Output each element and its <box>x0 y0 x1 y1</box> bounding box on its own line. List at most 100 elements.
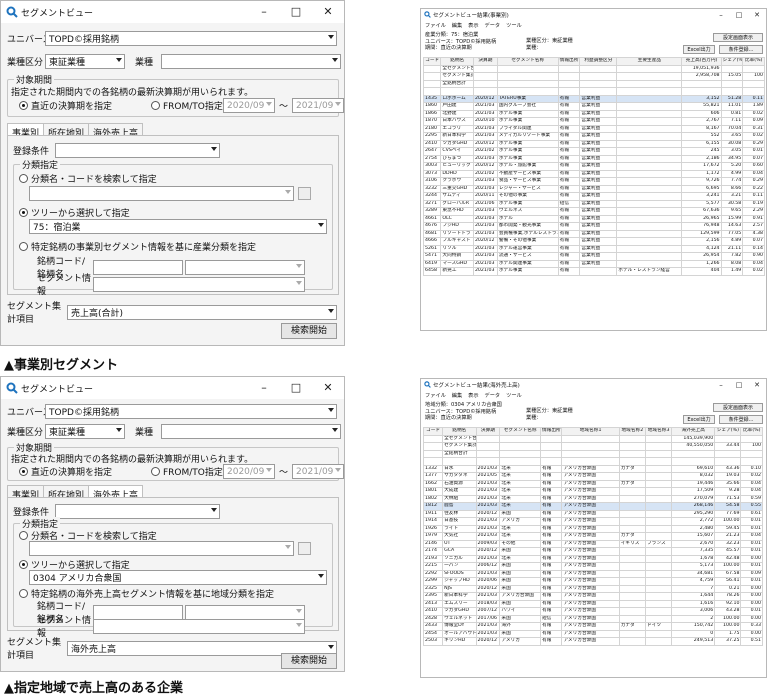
table-row[interactable]: 3271 グローバルR 2021/06 ホテル事業 短信 営業利益 5,577 30.58 0.… <box>422 199 765 208</box>
radio-search-class[interactable] <box>19 174 28 183</box>
table-row[interactable]: 4676 フジHD 2021/03 都市開発・観光事業 有報 営業利益 76,948 14.6… <box>422 222 765 231</box>
table-header-row[interactable]: コード 銘柄名 決算期 セグメント名称 情報出所 地域名称1 地域名称2 地域名称3 海外売上高… <box>422 427 763 436</box>
table-row[interactable]: 6419 マースGHD 2021/03 ホテル関連事業 有報 営業利益 1,266 8.08 0… <box>422 259 765 268</box>
aggregate-select[interactable]: 売上高(合計) <box>67 304 337 320</box>
menu-edit[interactable]: 編集 <box>452 22 462 29</box>
table-row[interactable]: 2413 エムスリー 2018/03 米国 有報 アメリカ合衆国 1,616 92.10 0.0… <box>422 599 763 608</box>
table-row[interactable]: 2754 ひらまつ 2021/03 ホテル事業 有報 営業利益 2,186 34.95 0.07 <box>422 154 765 163</box>
table-row[interactable]: 2292 SFOODS 2021/03 米国 有報 アメリカ合衆国 34,681 67.58 0… <box>422 569 763 578</box>
table-row[interactable]: 2174 GCA 2020/12 米国 有報 アメリカ合衆国 7,335 45.57 0.01 <box>422 547 763 556</box>
maximize-button[interactable]: □ <box>730 9 748 21</box>
table-row[interactable]: 2325 NJS 2020/12 米国 有報 アメリカ合衆国 7 0.21 0.00 <box>422 584 763 593</box>
table-row[interactable]: 2454 オールアバウト 2021/03 米国 有報 アメリカ合衆国 0 1.75 0.00 <box>422 629 763 638</box>
class-search-select[interactable] <box>29 186 294 201</box>
class-search-select[interactable] <box>29 541 294 556</box>
sector-class-select[interactable]: 東証業種 <box>45 54 125 69</box>
table-row[interactable]: 1435 ロボホーム 2020/12 TATERU事業 有報 営業利益 3,152 51.28… <box>422 94 765 103</box>
menu-view[interactable]: 表示 <box>468 392 478 399</box>
close-button[interactable]: ✕ <box>312 1 344 23</box>
condition-register-button[interactable]: 条件登録... <box>719 45 763 54</box>
sector-select[interactable] <box>161 424 341 439</box>
radio-search-class[interactable] <box>19 531 28 540</box>
table-row[interactable]: 1914 日基技 2021/03 アメリカ 有報 アメリカ合衆国 2,772 100.00 0.… <box>422 517 763 526</box>
excel-export-button[interactable]: Excel出力 <box>683 45 715 54</box>
radio-latest[interactable] <box>19 101 28 110</box>
table-row[interactable]: 3073 DDHD 2021/02 不動産サービス事業 有報 営業利益 1,172 4.99 0… <box>422 169 765 178</box>
menu-edit[interactable]: 編集 <box>452 392 462 399</box>
radio-specific[interactable] <box>19 589 28 598</box>
table-row[interactable]: 1332 日水 2021/03 北米 有報 アメリカ合衆国 カナダ 69,610 43.36 0.… <box>422 464 763 473</box>
maximize-button[interactable]: □ <box>730 379 748 391</box>
universe-select[interactable]: TOPD©採用銘柄 <box>45 31 337 46</box>
table-row[interactable]: 3289 東急不HD 2021/03 ウェルネス 有報 営業利益 67,636 9.65 2.2… <box>422 207 765 216</box>
tree-select[interactable]: 0304 アメリカ合衆国 <box>29 570 327 585</box>
menu-tools[interactable]: ツール <box>506 392 522 399</box>
table-row[interactable]: 2295 新日本科学 2021/03 メディカルリゾート事業 有報 営業利益 552 3.65… <box>422 132 765 141</box>
radio-tree[interactable] <box>19 208 28 217</box>
segment-info-select[interactable] <box>93 276 305 292</box>
condition-register-button[interactable]: 条件登録... <box>719 415 763 424</box>
table-row[interactable]: 1801 大成建 2021/03 北米 有報 アメリカ合衆国 17,509 9.28 0.04 <box>422 487 763 496</box>
radio-tree[interactable] <box>19 560 28 569</box>
table-row[interactable]: 1926 ライト 2021/03 北米 有報 アメリカ合衆国 2,480 59.45 0.01 <box>422 524 763 533</box>
table-row[interactable]: 2193 ソニカル 2021/03 北米 有報 アメリカ合衆国 1,678 42.48 0.00 <box>422 554 763 563</box>
radio-latest[interactable] <box>19 467 28 476</box>
table-row[interactable]: 4681 リゾートトラ 2021/03 会員権事業,ホテルレストラン 有報 営業利益 129… <box>422 229 765 238</box>
summary-row[interactable]: 全セグメント合計 19,051,936 <box>422 64 765 73</box>
from-select[interactable]: 2020/09 <box>223 464 275 479</box>
table-row[interactable]: 1662 石油資源 2021/03 北米 有報 アメリカ合衆国 カナダ 19,446 35.66… <box>422 479 763 488</box>
table-row[interactable]: 6458 新晃工 2021/03 ホテル事業 有報 ホテル・レストラン経営 404 1.49 0… <box>422 267 765 276</box>
excel-export-button[interactable]: Excel出力 <box>683 415 715 424</box>
table-row[interactable]: 2215 一パン 2006/12 米国 有報 アメリカ合衆国 5,173 100.00 0.01 <box>422 562 763 571</box>
table-row[interactable]: 2433 博報堂DY 2021/03 海外 有報 アメリカ合衆国 カナダ ドイツ 150,742… <box>422 622 763 631</box>
summary-row[interactable]: 全セグメント合計 145,039,900 <box>422 434 763 443</box>
menu-data[interactable]: データ <box>485 22 501 29</box>
minimize-button[interactable]: – <box>248 377 280 399</box>
table-row[interactable]: 2395 新日本科学 2021/03 アメリカ合衆国 有報 アメリカ合衆国 1,644 78.… <box>422 592 763 601</box>
table-row[interactable]: 1812 鹿島 2021/03 北米 有報 アメリカ合衆国 268,146 54.58 0.55 <box>422 502 763 511</box>
to-select[interactable]: 2021/09 <box>292 464 345 479</box>
close-button[interactable]: ✕ <box>748 379 766 391</box>
from-select[interactable]: 2020/09 <box>223 98 275 113</box>
close-button[interactable]: ✕ <box>312 377 344 399</box>
table-row[interactable]: 1802 大林組 2021/03 北米 有報 アメリカ合衆国 270,079 71.53 0.5… <box>422 494 763 503</box>
table-row[interactable]: 2146 UT 2009/03 その他 有報 アメリカ合衆国 イギリス フランス 2,670 32… <box>422 539 763 548</box>
table-row[interactable]: 5261 リソル 2021/03 ホテル運営事業 有報 営業利益 4,124 21.11 0.1… <box>422 244 765 253</box>
minimize-button[interactable]: – <box>712 379 730 391</box>
radio-fromto[interactable] <box>151 467 160 476</box>
tree-select[interactable]: 75：宿泊業 <box>29 219 327 234</box>
menu-file[interactable]: ファイル <box>425 392 446 399</box>
settings-display-button[interactable]: 設定画面表示 <box>713 403 763 412</box>
table-row[interactable]: 1377 サカタタネ 2021/05 北米 有報 アメリカ合衆国 8,032 19.03 0.0… <box>422 472 763 481</box>
table-row[interactable]: 2299 ジャップHD 2020/06 米国 有報 アメリカ合衆国 4,759 56.41 0.… <box>422 577 763 586</box>
table-row[interactable]: 3232 三重交GHD 2021/03 レジャー・サービス 有報 営業利益 6,695 8.6… <box>422 184 765 193</box>
table-row[interactable]: 3003 ヒューリック 2020/12 ホテル・旅館事業 有報 営業利益 17,672 5.2… <box>422 162 765 171</box>
universe-select[interactable]: TOPD©採用銘柄 <box>45 404 337 419</box>
close-button[interactable]: ✕ <box>748 9 766 21</box>
table-row[interactable]: 2647 CVSベイ 2021/02 ホテル事業 有報 営業利益 245 3.05 0.01 <box>422 147 765 156</box>
search-start-button[interactable]: 検索開始 <box>281 323 337 339</box>
spacer-row[interactable] <box>422 87 765 96</box>
menu-file[interactable]: ファイル <box>425 22 446 29</box>
minimize-button[interactable]: – <box>248 1 280 23</box>
table-row[interactable]: 1860 戸田建 2021/03 国内グループ会社 有報 営業利益 55,821 11.01 1… <box>422 102 765 111</box>
sector-class-select[interactable]: 東証業種 <box>45 424 125 439</box>
table-row[interactable]: 2503 キリンHD 2020/12 アメリカ 有報 アメリカ合衆国 249,513 37.2… <box>422 637 763 646</box>
maximize-button[interactable]: □ <box>280 1 312 23</box>
summary-row[interactable]: 全銘柄合計 <box>422 449 763 458</box>
segment-info-select[interactable] <box>93 618 305 634</box>
sector-select[interactable] <box>161 54 341 69</box>
settings-display-button[interactable]: 設定画面表示 <box>713 33 763 42</box>
menu-view[interactable]: 表示 <box>468 22 478 29</box>
table-row[interactable]: 1870 日本ハウス 2020/10 ホテル事業 有報 営業利益 2,767 7.11 0.09 <box>422 117 765 126</box>
table-row[interactable]: 2428 ウェルネット 2017/06 米国 短信 アメリカ合衆国 2 100.00 0.00 <box>422 614 763 623</box>
menu-data[interactable]: データ <box>485 392 501 399</box>
table-row[interactable]: 3244 サムティ 2020/11 その他の事業 有報 営業利益 3,241 3.21 0.11 <box>422 192 765 201</box>
table-row[interactable]: 1866 北野建 2021/03 ホテル事業 有報 営業利益 606 0.81 0.02 <box>422 109 765 118</box>
summary-row[interactable]: 全銘柄合計 <box>422 79 765 88</box>
minimize-button[interactable]: – <box>712 9 730 21</box>
table-row[interactable]: 1911 住友林 2020/12 米国 有報 アメリカ合衆国 295,290 77.69 0.6… <box>422 509 763 518</box>
table-row[interactable]: 1979 大気社 2021/03 北米 有報 アメリカ合衆国 カナダ 15,607 21.23 0… <box>422 532 763 541</box>
table-row[interactable]: 5471 大同特鋼 2021/03 流通・サービス 有報 営業利益 26,954 7.82 0.… <box>422 252 765 261</box>
radio-specific[interactable] <box>19 242 28 251</box>
